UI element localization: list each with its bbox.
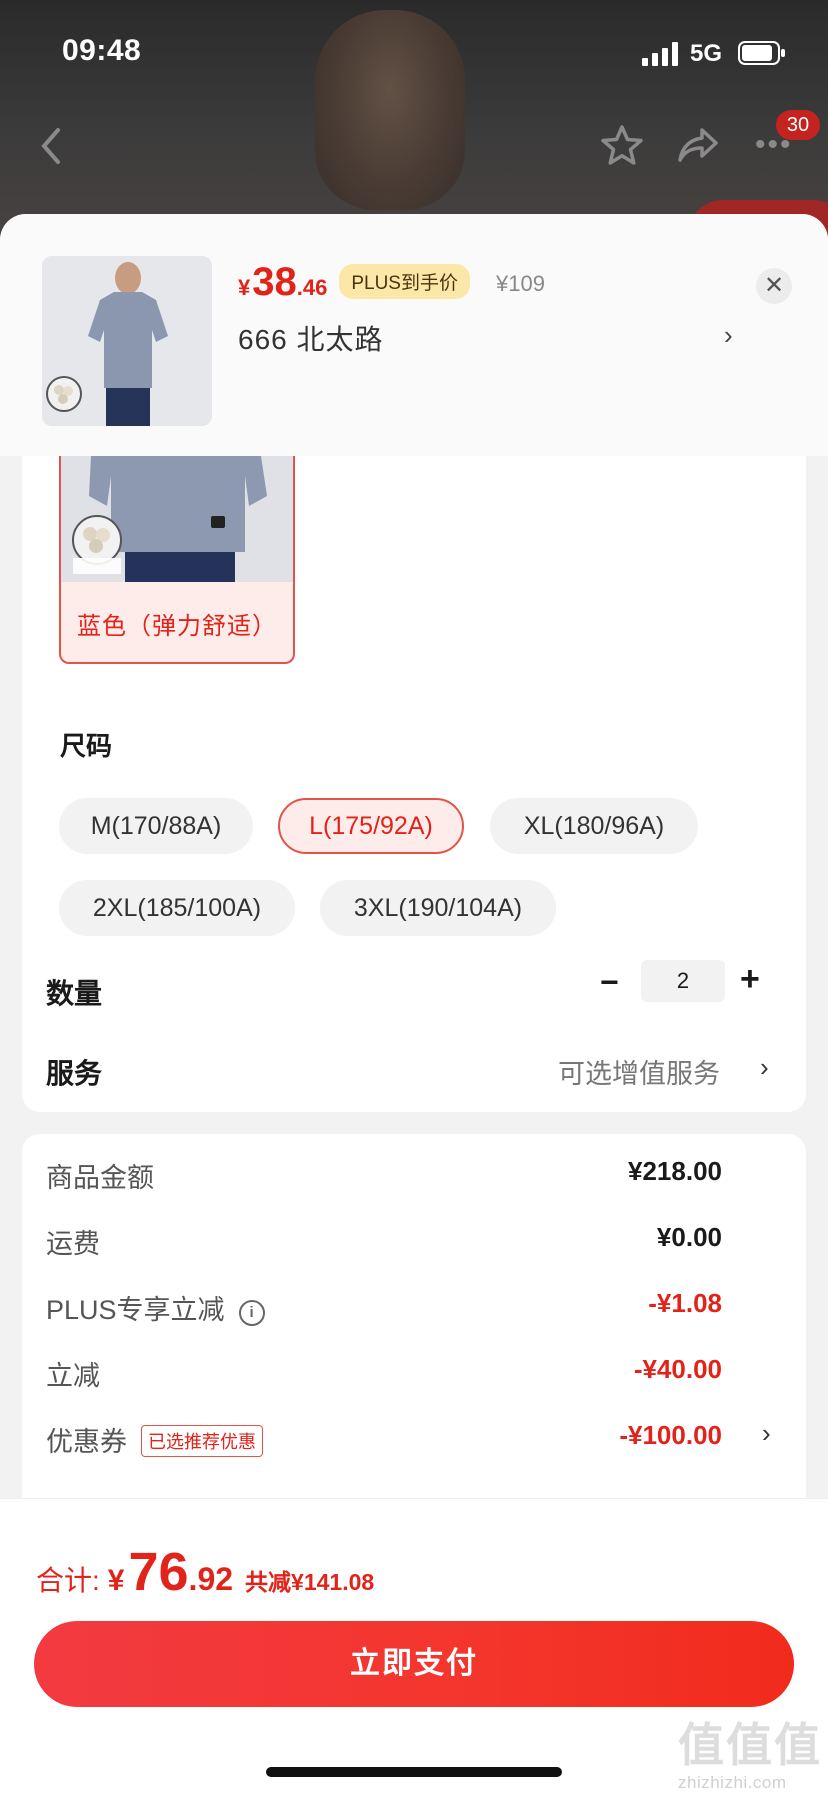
original-price: ¥109 bbox=[495, 271, 545, 296]
chevron-right-icon[interactable]: › bbox=[724, 320, 733, 351]
price-summary-card: 商品金额 ¥218.00 运费 ¥0.00 PLUS专享立减 i -¥1.08 立… bbox=[22, 1134, 806, 1554]
share-icon[interactable] bbox=[676, 126, 720, 166]
status-bar: 09:48 5G bbox=[0, 0, 828, 100]
coupon-row[interactable]: 优惠券 已选推荐优惠 bbox=[46, 1420, 263, 1460]
options-card: 蓝色（弹力舒适） 尺码 M(170/88A) L(175/92A) XL(180… bbox=[22, 456, 806, 1112]
battery-icon bbox=[738, 41, 785, 65]
plus-discount-row: PLUS专享立减 i bbox=[46, 1288, 265, 1328]
top-nav: ••• 30 bbox=[0, 110, 828, 180]
size-option-xl[interactable]: XL(180/96A) bbox=[490, 798, 698, 854]
product-summary-header: ¥ 38 .46 PLUS到手价 ¥109 666 北太路 › ✕ bbox=[0, 214, 828, 456]
total-currency: ¥ bbox=[107, 1564, 125, 1597]
plus-price-tag: PLUS到手价 bbox=[339, 264, 470, 299]
site-watermark: 值值值 zhizhizhi.com bbox=[678, 1709, 822, 1793]
shirt-photo-icon bbox=[42, 256, 212, 426]
total-saved: 共减¥141.08 bbox=[245, 1569, 375, 1595]
price-integer: 38 bbox=[252, 260, 297, 304]
quantity-input[interactable]: 2 bbox=[641, 960, 725, 1002]
chevron-right-icon[interactable]: › bbox=[762, 1418, 771, 1449]
shipping-value: ¥0.00 bbox=[656, 1222, 722, 1252]
star-icon[interactable] bbox=[600, 124, 644, 166]
size-section-title: 尺码 bbox=[60, 731, 113, 761]
chevron-right-icon[interactable]: › bbox=[760, 1052, 769, 1083]
signal-icon bbox=[642, 42, 678, 66]
price-row: ¥ 38 .46 PLUS到手价 ¥109 bbox=[238, 260, 545, 310]
checkout-footer: 合计: ¥ 76 .92 共减¥141.08 立即支付 值值值 zhizhizh… bbox=[0, 1498, 828, 1793]
instant-discount-value: -¥40.00 bbox=[633, 1354, 722, 1384]
shipping-label: 运费 bbox=[46, 1229, 100, 1259]
plus-discount-label: PLUS专享立减 bbox=[46, 1295, 225, 1325]
watermark-logo: 值值值 bbox=[678, 1719, 822, 1771]
service-label: 服务 bbox=[46, 1058, 103, 1089]
coupon-value[interactable]: -¥100.00 bbox=[619, 1420, 722, 1451]
color-option-image bbox=[61, 456, 293, 582]
back-icon[interactable] bbox=[38, 126, 66, 166]
total-row: 合计: ¥ 76 .92 共减¥141.08 bbox=[36, 1541, 374, 1603]
size-option-2xl[interactable]: 2XL(185/100A) bbox=[59, 880, 295, 936]
service-selector[interactable]: 可选增值服务 bbox=[558, 1052, 720, 1091]
network-type: 5G bbox=[690, 40, 723, 67]
size-option-3xl[interactable]: 3XL(190/104A) bbox=[320, 880, 556, 936]
coupon-recommended-tag: 已选推荐优惠 bbox=[141, 1425, 263, 1457]
home-indicator[interactable] bbox=[266, 1767, 562, 1777]
status-time: 09:48 bbox=[62, 34, 142, 67]
shirt-detail-icon bbox=[61, 456, 293, 582]
total-decimal: .92 bbox=[188, 1561, 234, 1597]
instant-discount-label: 立减 bbox=[46, 1361, 100, 1391]
goods-amount-value: ¥218.00 bbox=[628, 1156, 722, 1186]
delivery-address[interactable]: 666 北太路 bbox=[238, 318, 384, 358]
close-icon: ✕ bbox=[763, 272, 785, 299]
size-option-m[interactable]: M(170/88A) bbox=[59, 798, 253, 854]
plus-discount-value: -¥1.08 bbox=[648, 1288, 722, 1318]
more-icon[interactable]: ••• bbox=[755, 130, 793, 160]
total-integer: 76 bbox=[128, 1542, 189, 1602]
quantity-decrease-button[interactable]: − bbox=[600, 964, 619, 1001]
total-label: 合计: bbox=[36, 1565, 100, 1596]
quantity-label: 数量 bbox=[46, 978, 103, 1009]
watermark-url: zhizhizhi.com bbox=[678, 1773, 787, 1792]
close-button[interactable]: ✕ bbox=[756, 268, 792, 304]
pay-now-button[interactable]: 立即支付 bbox=[34, 1621, 794, 1707]
goods-amount-label: 商品金额 bbox=[46, 1163, 154, 1193]
price-decimal: .46 bbox=[296, 275, 328, 300]
color-option-label: 蓝色（弹力舒适） bbox=[77, 613, 277, 640]
coupon-label: 优惠券 bbox=[46, 1427, 127, 1457]
quantity-increase-button[interactable]: + bbox=[740, 960, 760, 999]
color-option-selected[interactable]: 蓝色（弹力舒适） bbox=[59, 456, 295, 664]
size-option-l[interactable]: L(175/92A) bbox=[278, 798, 464, 854]
info-icon[interactable]: i bbox=[238, 1300, 265, 1326]
message-count-badge: 30 bbox=[776, 110, 820, 140]
price-currency: ¥ bbox=[238, 275, 251, 300]
product-thumbnail[interactable] bbox=[42, 256, 212, 426]
